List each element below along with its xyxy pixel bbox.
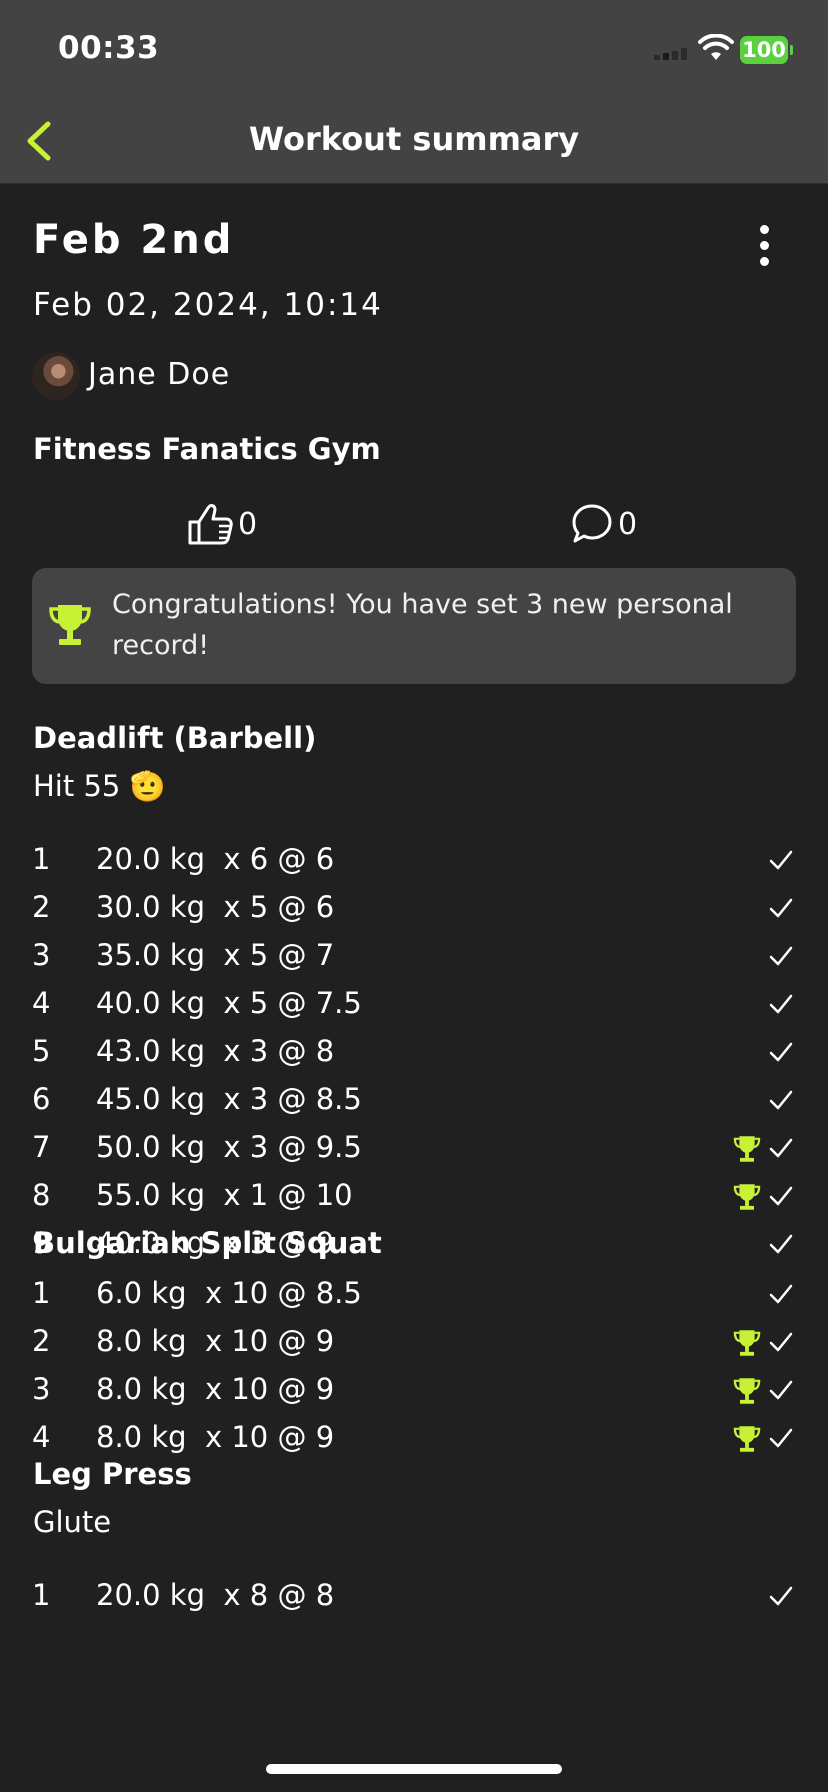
trophy-icon — [733, 1376, 761, 1406]
exercise-title[interactable]: Leg Press — [33, 1457, 192, 1491]
set-detail: 6.0 kg x 10 @ 8.5 — [96, 1276, 362, 1310]
set-number: 1 — [32, 1578, 51, 1612]
trophy-icon — [733, 1328, 761, 1358]
trophy-icon — [733, 1134, 761, 1164]
set-number: 2 — [32, 890, 51, 924]
personal-record-message: Congratulations! You have set 3 new pers… — [112, 589, 733, 661]
checkmark-icon — [768, 846, 794, 872]
checkmark-icon — [768, 1230, 794, 1256]
set-detail: 20.0 kg x 6 @ 6 — [96, 842, 335, 876]
set-row: 1 20.0 kg x 6 @ 6 — [0, 836, 828, 884]
like-button[interactable]: 0 — [186, 501, 257, 547]
more-options-button[interactable] — [750, 225, 778, 273]
set-number: 3 — [32, 938, 51, 972]
set-number: 8 — [32, 1178, 51, 1212]
home-indicator[interactable] — [266, 1764, 562, 1774]
set-detail: 8.0 kg x 10 @ 9 — [96, 1372, 335, 1406]
set-detail: 30.0 kg x 5 @ 6 — [96, 890, 335, 924]
exercise-title[interactable]: Deadlift (Barbell) — [33, 721, 316, 755]
set-detail: 40.0 kg x 5 @ 7.5 — [96, 986, 362, 1020]
checkmark-icon — [768, 894, 794, 920]
set-row: 3 8.0 kg x 10 @ 9 — [0, 1366, 828, 1414]
checkmark-icon — [768, 942, 794, 968]
set-detail: 45.0 kg x 3 @ 8.5 — [96, 1082, 362, 1116]
user-name[interactable]: Jane Doe — [88, 357, 230, 392]
set-row: 1 6.0 kg x 10 @ 8.5 — [0, 1270, 828, 1318]
cellular-signal-icon — [654, 48, 690, 60]
status-time: 00:33 — [58, 30, 160, 66]
nav-bar: Workout summary — [0, 100, 828, 184]
trophy-icon — [49, 605, 91, 645]
wifi-icon — [698, 34, 734, 60]
personal-record-banner: Congratulations! You have set 3 new pers… — [32, 568, 796, 684]
set-number: 6 — [32, 1082, 51, 1116]
set-row: 2 30.0 kg x 5 @ 6 — [0, 884, 828, 932]
checkmark-icon — [768, 1376, 794, 1402]
comment-button[interactable]: 0 — [570, 501, 637, 547]
page-title: Workout summary — [248, 120, 580, 158]
set-row: 6 45.0 kg x 3 @ 8.5 — [0, 1076, 828, 1124]
set-number: 7 — [32, 1130, 51, 1164]
checkmark-icon — [768, 1280, 794, 1306]
exercise-title[interactable]: Bulgarian Split Squat — [33, 1226, 382, 1260]
like-count: 0 — [238, 506, 258, 542]
set-row: 4 8.0 kg x 10 @ 9 — [0, 1414, 828, 1462]
checkmark-icon — [768, 1328, 794, 1354]
thumbs-up-icon — [188, 504, 233, 545]
set-number: 4 — [32, 986, 51, 1020]
set-detail: 35.0 kg x 5 @ 7 — [96, 938, 335, 972]
set-number: 3 — [32, 1372, 51, 1406]
vertical-dots-icon — [759, 225, 769, 234]
set-number: 4 — [32, 1420, 51, 1454]
set-number: 1 — [32, 1276, 51, 1310]
checkmark-icon — [768, 1086, 794, 1112]
checkmark-icon — [768, 1134, 794, 1160]
avatar[interactable] — [32, 352, 80, 400]
trophy-icon — [733, 1182, 761, 1212]
set-number: 1 — [32, 842, 51, 876]
exercise-note: Glute — [33, 1505, 112, 1539]
comment-count: 0 — [618, 506, 638, 542]
workout-date: Feb 02, 2024, 10:14 — [33, 287, 383, 323]
set-detail: 43.0 kg x 3 @ 8 — [96, 1034, 335, 1068]
checkmark-icon — [768, 1182, 794, 1208]
set-row: 8 55.0 kg x 1 @ 10 — [0, 1172, 828, 1220]
gym-name: Fitness Fanatics Gym — [33, 432, 381, 466]
speech-bubble-icon — [572, 504, 612, 543]
status-bar: 00:33 100 — [0, 0, 828, 100]
set-detail: 8.0 kg x 10 @ 9 — [96, 1324, 335, 1358]
set-number: 2 — [32, 1324, 51, 1358]
checkmark-icon — [768, 1582, 794, 1608]
set-detail: 8.0 kg x 10 @ 9 — [96, 1420, 335, 1454]
set-row: 2 8.0 kg x 10 @ 9 — [0, 1318, 828, 1366]
battery-tip — [790, 45, 793, 55]
set-row: 3 35.0 kg x 5 @ 7 — [0, 932, 828, 980]
set-row: 5 43.0 kg x 3 @ 8 — [0, 1028, 828, 1076]
set-row: 7 50.0 kg x 3 @ 9.5 — [0, 1124, 828, 1172]
set-detail: 20.0 kg x 8 @ 8 — [96, 1578, 335, 1612]
checkmark-icon — [768, 1424, 794, 1450]
checkmark-icon — [768, 1038, 794, 1064]
set-row: 1 20.0 kg x 8 @ 8 — [0, 1572, 828, 1620]
set-row: 4 40.0 kg x 5 @ 7.5 — [0, 980, 828, 1028]
checkmark-icon — [768, 990, 794, 1016]
set-number: 5 — [32, 1034, 51, 1068]
set-detail: 55.0 kg x 1 @ 10 — [96, 1178, 353, 1212]
trophy-icon — [733, 1424, 761, 1454]
exercise-note: Hit 55 🫡 — [33, 769, 166, 803]
battery-icon: 100 — [740, 36, 788, 64]
workout-title: Feb 2nd — [33, 217, 235, 263]
set-detail: 50.0 kg x 3 @ 9.5 — [96, 1130, 362, 1164]
